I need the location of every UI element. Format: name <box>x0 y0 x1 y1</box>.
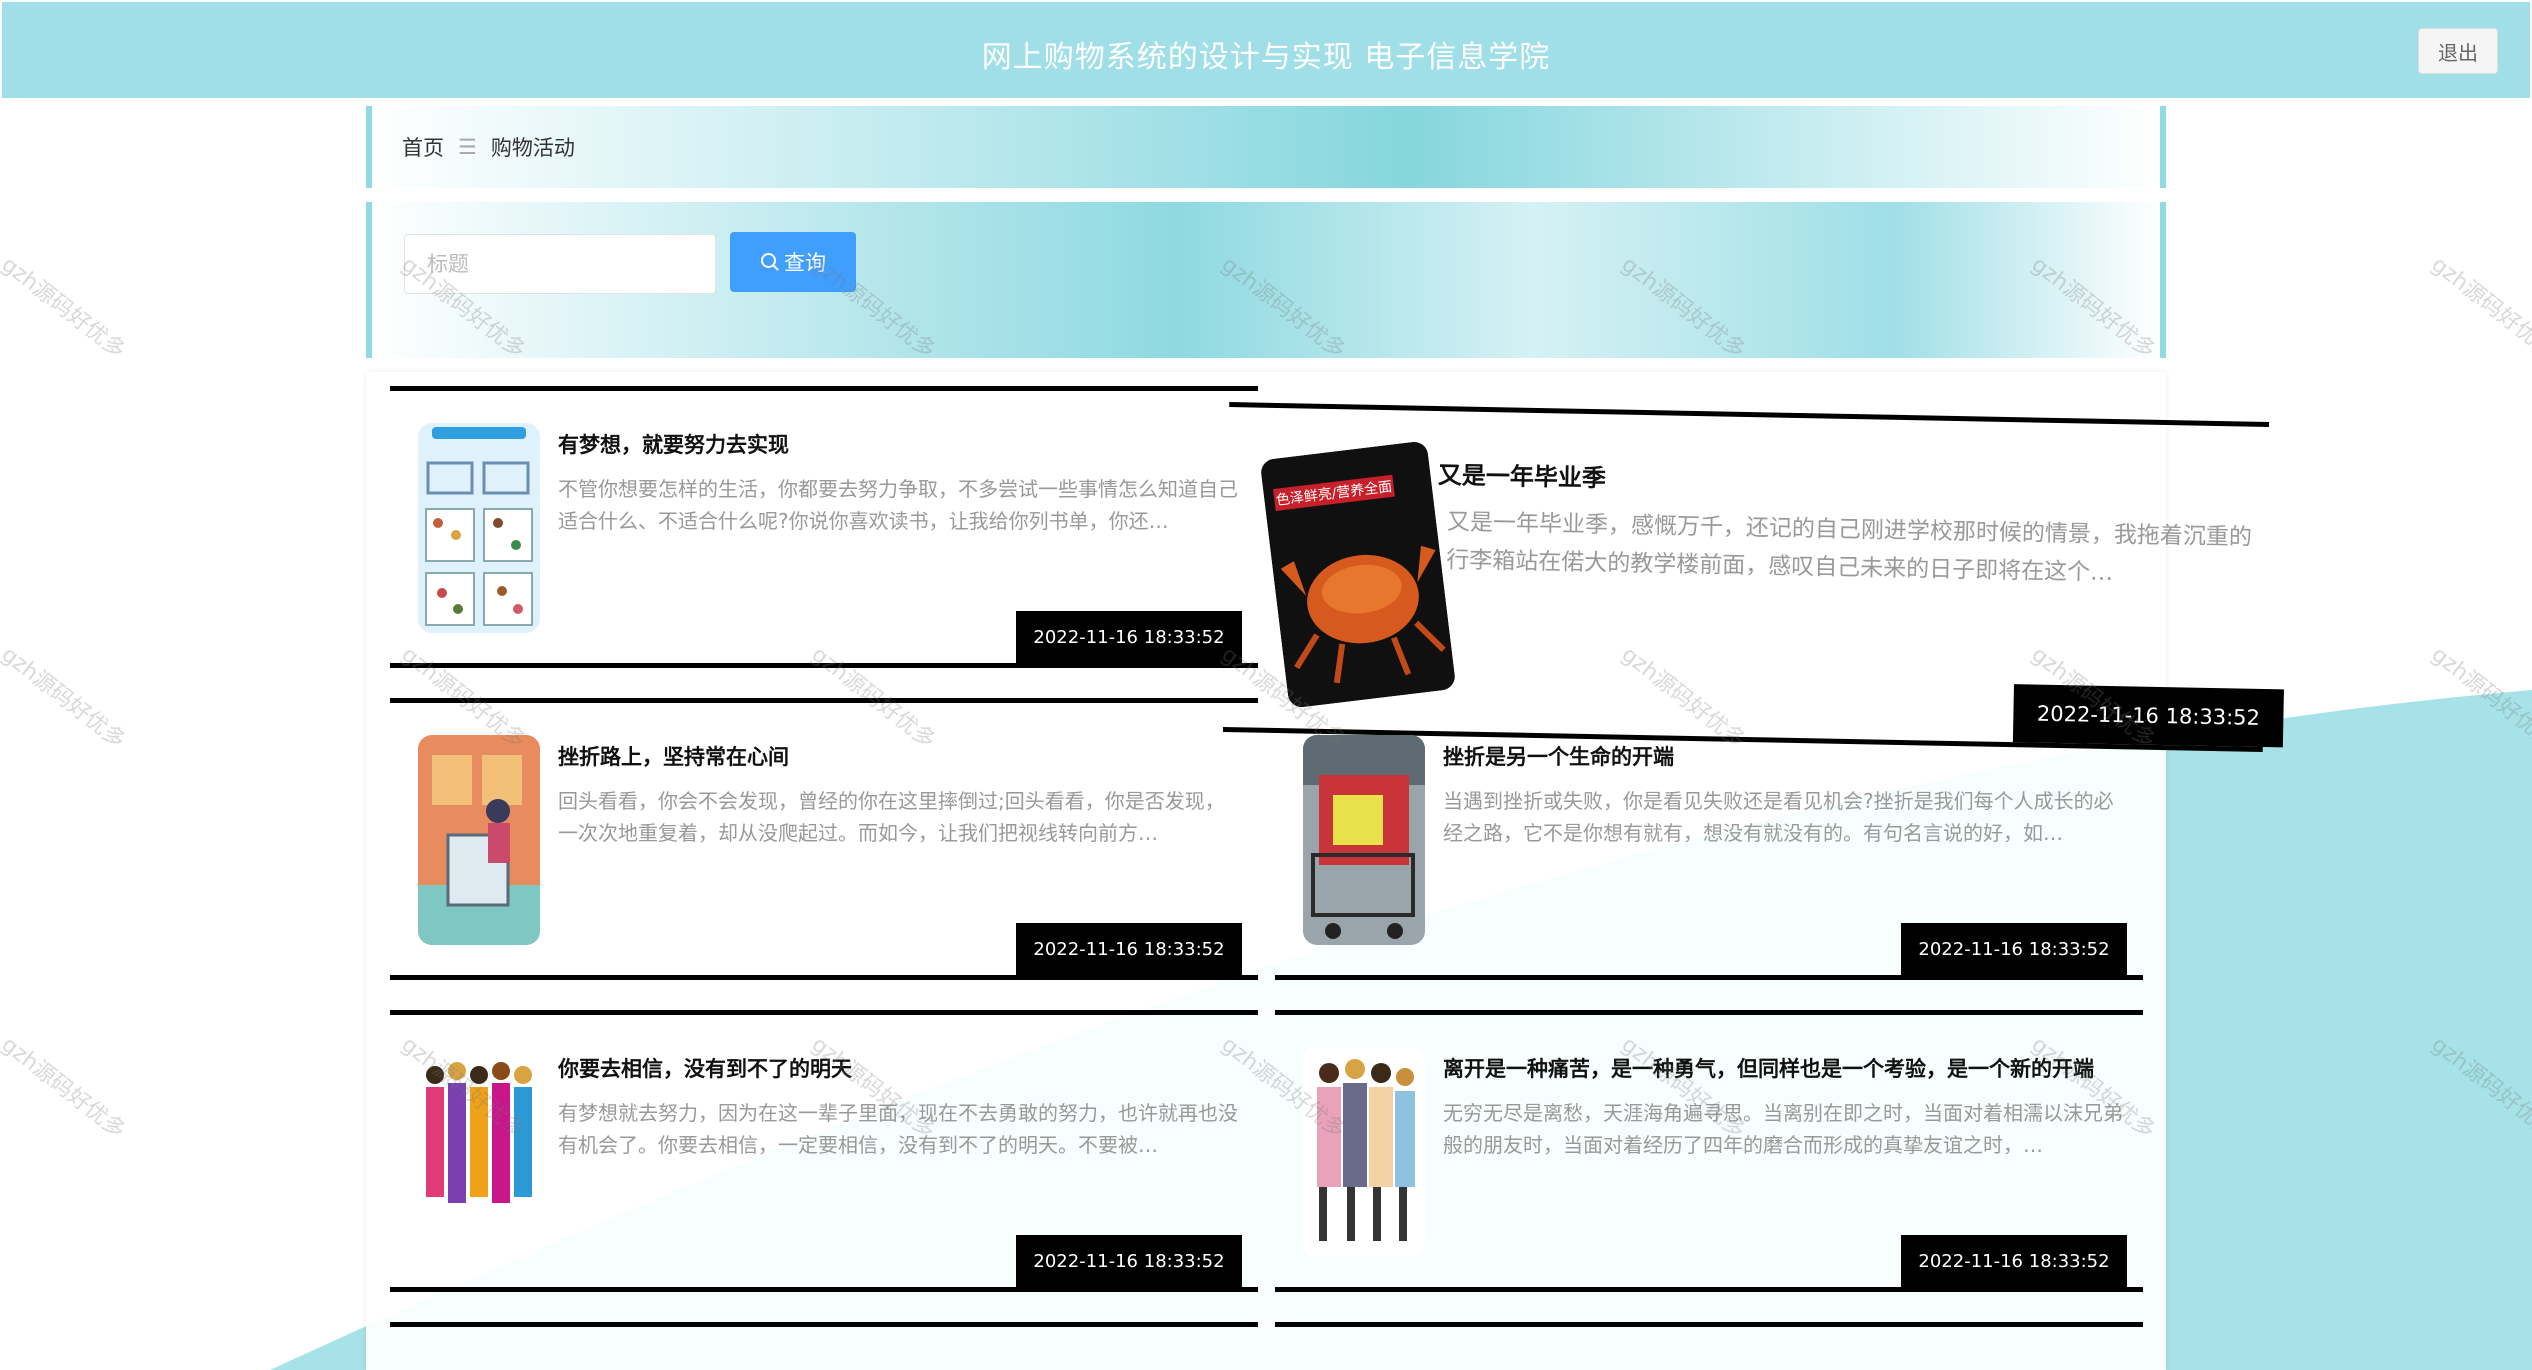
article-card[interactable]: 挫折是另一个生命的开端 当遇到挫折或失败，你是看见失败还是看见机会?挫折是我们每… <box>1275 698 2143 980</box>
top-header: 网上购物系统的设计与实现 电子信息学院 退出 <box>2 2 2530 98</box>
article-summary: 有梦想就去努力，因为在这一辈子里面，现在不去勇敢的努力，也许就再也没有机会了。你… <box>558 1101 1238 1157</box>
article-timestamp: 2022-11-16 18:33:52 <box>1016 923 1242 975</box>
article-card[interactable]: 挫折路上，坚持常在心间 回头看看，你会不会发现，曾经的你在这里摔倒过;回头看看，… <box>390 698 1258 980</box>
article-thumbnail[interactable] <box>418 735 540 945</box>
article-timestamp: 2022-11-16 18:33:52 <box>1901 923 2127 975</box>
article-timestamp: 2022-11-16 18:33:52 <box>1016 1235 1242 1287</box>
site-title: 网上购物系统的设计与实现 电子信息学院 <box>981 40 1551 75</box>
search-button[interactable]: 查询 <box>730 232 856 292</box>
article-timestamp: 2022-11-16 18:33:52 <box>1901 1235 2127 1287</box>
article-card[interactable]: 有梦想，就要努力去实现 不管你想要怎样的生活，你都要去努力争取，不多尝试一些事情… <box>390 386 1258 668</box>
article-summary: 不管你想要怎样的生活，你都要去努力争取，不多尝试一些事情怎么知道自己适合什么、不… <box>558 477 1238 533</box>
article-thumbnail[interactable]: 色泽鲜亮/营养全面 <box>1259 440 1457 709</box>
breadcrumb-home[interactable]: 首页 <box>402 132 444 162</box>
search-button-label: 查询 <box>784 251 826 275</box>
article-card[interactable]: 你要去相信，没有到不了的明天 有梦想就去努力，因为在这一辈子里面，现在不去勇敢的… <box>390 1010 1258 1292</box>
article-summary: 当遇到挫折或失败，你是看见失败还是看见机会?挫折是我们每个人成长的必经之路，它不… <box>1443 789 2114 845</box>
article-title[interactable]: 离开是一种痛苦，是一种勇气，但同样也是一个考验，是一个新的开端 <box>1443 1053 2133 1083</box>
article-title[interactable]: 有梦想，就要努力去实现 <box>558 429 1248 459</box>
search-bar: 查询 <box>366 202 2166 358</box>
article-title[interactable]: 又是一年毕业季 <box>1438 455 2259 506</box>
card-divider <box>390 1322 1258 1327</box>
search-icon <box>761 253 779 271</box>
article-thumbnail[interactable] <box>1303 735 1425 945</box>
article-thumbnail[interactable] <box>418 1047 540 1257</box>
card-divider <box>1275 1322 2143 1327</box>
article-title[interactable]: 你要去相信，没有到不了的明天 <box>558 1053 1248 1083</box>
article-summary: 回头看看，你会不会发现，曾经的你在这里摔倒过;回头看看，你是否发现，一次次地重复… <box>558 789 1225 845</box>
breadcrumb-separator-icon: ☰ <box>458 135 477 159</box>
article-card[interactable]: 离开是一种痛苦，是一种勇气，但同样也是一个考验，是一个新的开端 无穷无尽是离愁，… <box>1275 1010 2143 1292</box>
article-title[interactable]: 挫折是另一个生命的开端 <box>1443 741 2133 771</box>
breadcrumb: 首页 ☰ 购物活动 <box>366 106 2166 188</box>
search-input[interactable] <box>404 234 716 294</box>
article-summary: 又是一年毕业季，感慨万千，还记的自己刚进学校那时候的情景，我拖着沉重的行李箱站在… <box>1446 509 2253 587</box>
article-timestamp: 2022-11-16 18:33:52 <box>1016 611 1242 663</box>
article-thumbnail[interactable] <box>418 423 540 633</box>
article-title[interactable]: 挫折路上，坚持常在心间 <box>558 741 1248 771</box>
article-summary: 无穷无尽是离愁，天涯海角遍寻思。当离别在即之时，当面对着相濡以沫兄弟般的朋友时，… <box>1443 1101 2123 1157</box>
logout-button[interactable]: 退出 <box>2418 28 2498 74</box>
article-thumbnail[interactable] <box>1303 1047 1425 1257</box>
breadcrumb-current: 购物活动 <box>490 136 575 160</box>
